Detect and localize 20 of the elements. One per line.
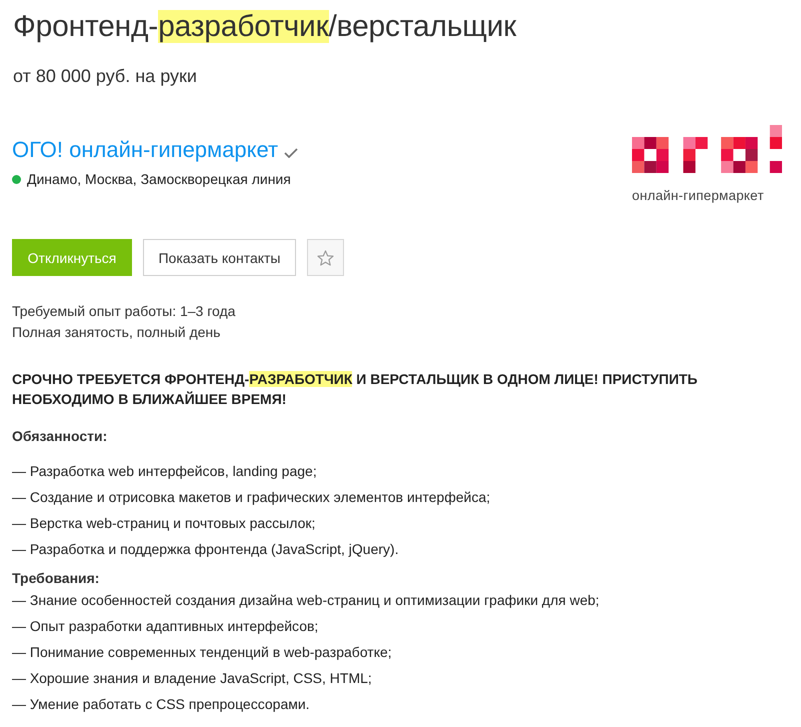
list-item: — Разработка и поддержка фронтенда (JavaScript, jQuery). — [12, 540, 400, 559]
logo-caption: онлайн-гипермаркет — [632, 188, 765, 204]
list-item: — Понимание современных тенденций в web-разработке; — [12, 643, 393, 662]
list-item: — Разработка web интерфейсов, landing page; — [12, 462, 318, 481]
section-heading: Обязанности: — [12, 427, 108, 446]
section-heading: Требования: — [12, 569, 100, 588]
location-text: Динамо, Москва, Замоскворецкая линия — [27, 170, 291, 189]
list-item: — Хорошие знания и владение JavaScript, CSS, HTML; — [12, 669, 373, 688]
favorite-button[interactable] — [307, 239, 344, 276]
list-item: — Опыт разработки адаптивных интерфейсов; — [12, 617, 320, 636]
list-item: — Создание и отрисовка макетов и графических элементов интерфейса; — [12, 488, 492, 507]
salary-text: от 80 000 руб. на руки — [13, 65, 198, 88]
list-item: — Верстка web-страниц и почтовых рассылок; — [12, 514, 316, 533]
respond-button[interactable]: Откликнуться — [12, 239, 132, 276]
detail-text: Полная занятость, полный день — [12, 323, 222, 342]
detail-text: Требуемый опыт работы: 1–3 года — [12, 302, 236, 321]
list-item: — Умение работать с CSS препроцессорами. — [12, 695, 311, 714]
company-link[interactable]: ОГО! онлайн-гипермаркет — [12, 136, 278, 164]
list-item: — Знание особенностей создания дизайна web-страниц и оптимизации графики для web; — [12, 591, 600, 610]
contacts-button[interactable]: Показать контакты — [143, 239, 296, 276]
